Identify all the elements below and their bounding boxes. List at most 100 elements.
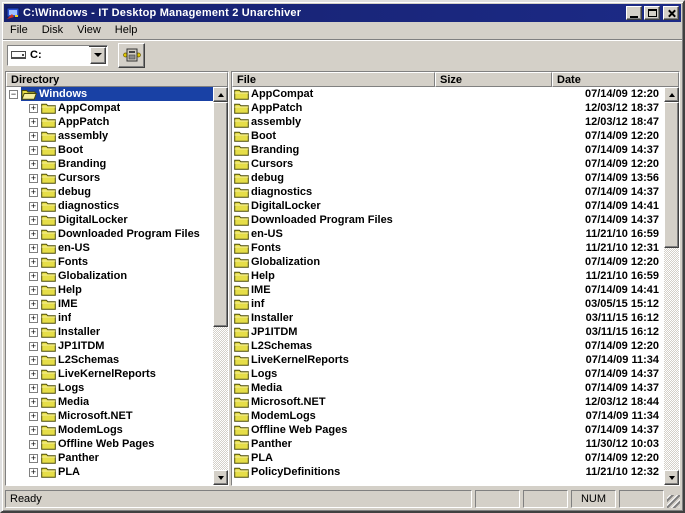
file-row[interactable]: diagnostics07/14/09 14:37 [232, 185, 664, 199]
file-row[interactable]: Branding07/14/09 14:37 [232, 143, 664, 157]
menu-file[interactable]: File [3, 23, 35, 38]
expand-box-icon[interactable]: + [29, 216, 38, 225]
expand-box-icon[interactable]: + [29, 342, 38, 351]
list-scroll-up-button[interactable] [664, 87, 679, 102]
expand-box-icon[interactable]: + [29, 412, 38, 421]
expand-box-icon[interactable]: + [29, 272, 38, 281]
tree-item[interactable]: +Installer [6, 325, 213, 339]
menu-help[interactable]: Help [108, 23, 145, 38]
expand-box-icon[interactable]: + [29, 146, 38, 155]
menu-view[interactable]: View [70, 23, 108, 38]
directory-column-header[interactable]: Directory [6, 72, 228, 87]
file-row[interactable]: Boot07/14/09 12:20 [232, 129, 664, 143]
expand-box-icon[interactable]: + [29, 398, 38, 407]
expand-box-icon[interactable]: + [29, 426, 38, 435]
file-row[interactable]: Fonts11/21/10 12:31 [232, 241, 664, 255]
tree-item[interactable]: +Panther [6, 451, 213, 465]
tree-item[interactable]: +ModemLogs [6, 423, 213, 437]
expand-box-icon[interactable]: + [29, 118, 38, 127]
tree-item[interactable]: +Offline Web Pages [6, 437, 213, 451]
file-row[interactable]: Globalization07/14/09 12:20 [232, 255, 664, 269]
file-row[interactable]: assembly12/03/12 18:47 [232, 115, 664, 129]
file-row[interactable]: AppPatch12/03/12 18:37 [232, 101, 664, 115]
file-row[interactable]: LiveKernelReports07/14/09 11:34 [232, 353, 664, 367]
tree-item[interactable]: +AppPatch [6, 115, 213, 129]
collapse-box-icon[interactable]: − [9, 90, 18, 99]
expand-box-icon[interactable]: + [29, 202, 38, 211]
tree-item[interactable]: +Boot [6, 143, 213, 157]
close-button[interactable] [663, 6, 679, 20]
column-header-size[interactable]: Size [435, 72, 552, 87]
file-row[interactable]: AppCompat07/14/09 12:20 [232, 87, 664, 101]
tree-item[interactable]: +inf [6, 311, 213, 325]
expand-box-icon[interactable]: + [29, 174, 38, 183]
file-row[interactable]: Microsoft.NET12/03/12 18:44 [232, 395, 664, 409]
minimize-button[interactable] [626, 6, 642, 20]
expand-box-icon[interactable]: + [29, 160, 38, 169]
tree-item[interactable]: +assembly [6, 129, 213, 143]
tree-item[interactable]: +Downloaded Program Files [6, 227, 213, 241]
expand-box-icon[interactable]: + [29, 132, 38, 141]
file-row[interactable]: DigitalLocker07/14/09 14:41 [232, 199, 664, 213]
expand-box-icon[interactable]: + [29, 104, 38, 113]
expand-box-icon[interactable]: + [29, 314, 38, 323]
tree-item[interactable]: +AppCompat [6, 101, 213, 115]
tree-item[interactable]: +Logs [6, 381, 213, 395]
list-scroll-down-button[interactable] [664, 470, 679, 485]
file-row[interactable]: PolicyDefinitions11/21/10 12:32 [232, 465, 664, 479]
column-header-file[interactable]: File [232, 72, 435, 87]
tree-item[interactable]: +Branding [6, 157, 213, 171]
list-scrollbar-thumb[interactable] [664, 102, 679, 248]
tree-scrollbar[interactable] [213, 87, 228, 485]
file-row[interactable]: PLA07/14/09 12:20 [232, 451, 664, 465]
file-row[interactable]: ModemLogs07/14/09 11:34 [232, 409, 664, 423]
file-row[interactable]: en-US11/21/10 16:59 [232, 227, 664, 241]
file-row[interactable]: Logs07/14/09 14:37 [232, 367, 664, 381]
expand-box-icon[interactable]: + [29, 188, 38, 197]
file-row[interactable]: debug07/14/09 13:56 [232, 171, 664, 185]
tree-item[interactable]: +en-US [6, 241, 213, 255]
tree-item[interactable]: +Microsoft.NET [6, 409, 213, 423]
tree-item[interactable]: +L2Schemas [6, 353, 213, 367]
expand-box-icon[interactable]: + [29, 356, 38, 365]
unarchive-tool-button[interactable] [118, 43, 145, 68]
tree-item[interactable]: +Media [6, 395, 213, 409]
tree-item[interactable]: +IME [6, 297, 213, 311]
list-scrollbar[interactable] [664, 87, 679, 485]
tree-scroll-down-button[interactable] [213, 470, 228, 485]
expand-box-icon[interactable]: + [29, 230, 38, 239]
tree-item[interactable]: +Help [6, 283, 213, 297]
resize-grip-icon[interactable] [667, 495, 680, 508]
maximize-button[interactable] [644, 6, 660, 20]
tree-item[interactable]: +DigitalLocker [6, 213, 213, 227]
file-row[interactable]: Installer03/11/15 16:12 [232, 311, 664, 325]
tree-item[interactable]: +LiveKernelReports [6, 367, 213, 381]
file-row[interactable]: Downloaded Program Files07/14/09 14:37 [232, 213, 664, 227]
drive-selector[interactable]: C: [7, 45, 108, 66]
tree-item[interactable]: +PLA [6, 465, 213, 479]
file-row[interactable]: Help11/21/10 16:59 [232, 269, 664, 283]
expand-box-icon[interactable]: + [29, 300, 38, 309]
file-row[interactable]: inf03/05/15 15:12 [232, 297, 664, 311]
tree-scroll-up-button[interactable] [213, 87, 228, 102]
tree-item[interactable]: +debug [6, 185, 213, 199]
file-row[interactable]: L2Schemas07/14/09 12:20 [232, 339, 664, 353]
drive-selector-value-area[interactable]: C: [8, 46, 89, 65]
expand-box-icon[interactable]: + [29, 244, 38, 253]
expand-box-icon[interactable]: + [29, 370, 38, 379]
tree-item[interactable]: +Cursors [6, 171, 213, 185]
tree-item[interactable]: +Globalization [6, 269, 213, 283]
file-row[interactable]: JP1ITDM03/11/15 16:12 [232, 325, 664, 339]
drive-selector-dropdown-button[interactable] [90, 47, 106, 64]
title-bar[interactable]: C:\Windows - IT Desktop Management 2 Una… [4, 4, 681, 22]
column-header-date[interactable]: Date [552, 72, 679, 87]
expand-box-icon[interactable]: + [29, 286, 38, 295]
expand-box-icon[interactable]: + [29, 468, 38, 477]
file-row[interactable]: Media07/14/09 14:37 [232, 381, 664, 395]
menu-disk[interactable]: Disk [35, 23, 70, 38]
file-row[interactable]: Cursors07/14/09 12:20 [232, 157, 664, 171]
tree-scrollbar-track[interactable] [213, 327, 228, 470]
tree-scrollbar-thumb[interactable] [213, 102, 228, 327]
expand-box-icon[interactable]: + [29, 440, 38, 449]
expand-box-icon[interactable]: + [29, 258, 38, 267]
